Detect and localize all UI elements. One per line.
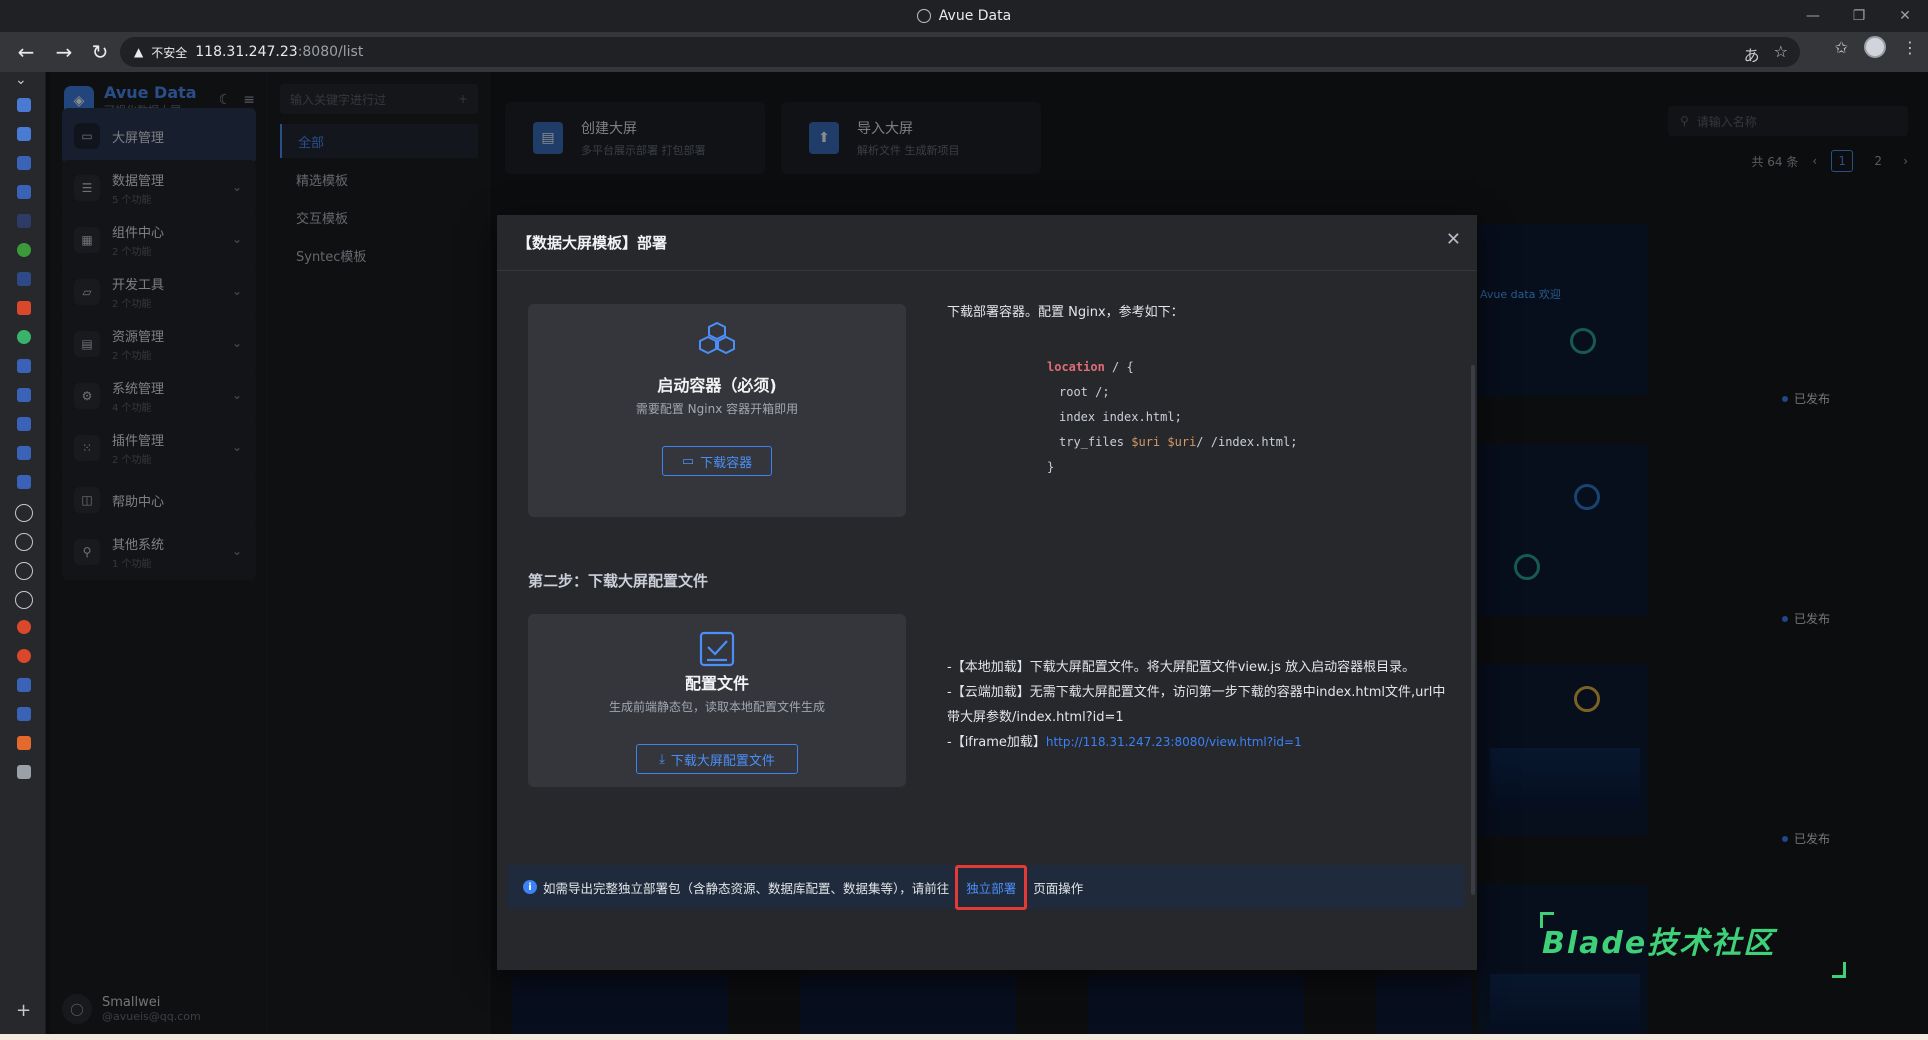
info-alert: i 如需导出完整独立部署包（含静态资源、数据库配置、数据集等），请前往 独立部署…: [507, 864, 1465, 910]
minimize-button[interactable]: —: [1790, 0, 1836, 32]
address-bar[interactable]: ▲ 不安全 118.31.247.23:8080/list あ ☆: [120, 37, 1800, 67]
code-line: root /;: [1059, 385, 1110, 399]
url-host: 118.31.247.23: [195, 44, 298, 60]
close-window-button[interactable]: ✕: [1882, 0, 1928, 32]
step2-card: 配置文件 生成前端静态包，读取本地配置文件生成 ⤓ 下载大屏配置文件: [528, 614, 906, 787]
code-line: }: [1047, 460, 1055, 474]
extension-icon[interactable]: [17, 185, 31, 199]
iframe-view-link[interactable]: http://118.31.247.23:8080/view.html?id=1: [1046, 735, 1302, 749]
extension-icon[interactable]: [17, 330, 31, 344]
step2-title: 配置文件: [684, 674, 749, 693]
globe-icon[interactable]: [15, 504, 33, 522]
url-path: :8080/list: [297, 44, 364, 60]
briefcase-icon: ▭: [681, 453, 695, 469]
note-iframe-load: -【iframe加载】: [947, 735, 1046, 750]
extension-icon[interactable]: [17, 156, 31, 170]
extension-icon[interactable]: [17, 475, 31, 489]
note-cloud-load: -【云端加载】无需下载大屏配置文件，访问第一步下载的容器中index.html文…: [947, 685, 1446, 725]
extension-icon[interactable]: [17, 417, 31, 431]
chevron-down-icon[interactable]: ⌄: [15, 72, 27, 88]
step1-title: 启动容器（必须): [657, 376, 777, 395]
back-button[interactable]: ←: [8, 34, 44, 70]
globe-icon[interactable]: [15, 591, 33, 609]
extension-icon[interactable]: [17, 765, 31, 779]
extension-icon[interactable]: [17, 127, 31, 141]
more-menu-icon[interactable]: ⋮: [1902, 38, 1918, 57]
extension-icon[interactable]: [17, 620, 31, 634]
download-icon: ⤓: [659, 751, 665, 767]
insecure-label: 不安全: [151, 45, 188, 60]
extension-icon[interactable]: [17, 301, 31, 315]
nginx-config-code: location / { root /; index index.html; t…: [947, 355, 1387, 480]
download-config-label: 下载大屏配置文件: [670, 753, 775, 769]
globe-icon[interactable]: [15, 533, 33, 551]
globe-icon[interactable]: [15, 562, 33, 580]
browser-titlebar: Avue Data — ❐ ✕: [0, 0, 1928, 32]
cubes-icon: [696, 318, 738, 360]
profile-avatar[interactable]: [1864, 36, 1886, 58]
add-icon[interactable]: +: [16, 1000, 31, 1021]
extension-icon[interactable]: [17, 214, 31, 228]
extension-icon[interactable]: [17, 243, 31, 257]
watermark: Blade技术社区: [1542, 926, 1776, 961]
window-title: Avue Data: [916, 8, 1012, 24]
extension-icon[interactable]: [17, 388, 31, 402]
code-keyword: location: [1047, 360, 1105, 374]
note-local-load: -【本地加载】下载大屏配置文件。将大屏配置文件view.js 放入启动容器根目录…: [947, 660, 1416, 675]
step2-heading: 第二步：下载大屏配置文件: [528, 572, 709, 590]
extension-icon[interactable]: [17, 649, 31, 663]
globe-icon: [916, 9, 931, 23]
code-variable: $uri: [1131, 435, 1161, 449]
extension-icon[interactable]: [17, 678, 31, 692]
code-text: / /index.html;: [1196, 435, 1298, 449]
step1-card: 启动容器（必须) 需要配置 Nginx 容器开箱即用 ▭ 下载容器: [528, 304, 906, 517]
extension-icon[interactable]: [17, 359, 31, 373]
watermark-bracket: [1832, 962, 1846, 978]
deploy-dialog: 【数据大屏模板】部署 ✕ 启动容器（必须) 需要配置 Nginx 容器开箱即用 …: [497, 215, 1477, 970]
favorites-icon[interactable]: ✩: [1835, 38, 1848, 57]
download-container-button[interactable]: ▭ 下载容器: [662, 446, 772, 476]
forward-button[interactable]: →: [46, 34, 82, 70]
code-line: index index.html;: [1059, 410, 1182, 424]
close-icon[interactable]: ✕: [1446, 229, 1461, 250]
bookmark-star-icon[interactable]: ☆: [1774, 42, 1788, 66]
info-icon: i: [523, 880, 537, 894]
extension-icon[interactable]: [17, 98, 31, 112]
extension-icon[interactable]: [17, 446, 31, 460]
step1-desc: 需要配置 Nginx 容器开箱即用: [635, 402, 799, 416]
code-text: / {: [1104, 360, 1134, 374]
window-title-text: Avue Data: [938, 8, 1012, 24]
checklist-icon: [696, 628, 738, 670]
dialog-header: 【数据大屏模板】部署: [497, 215, 1477, 271]
gitlab-icon[interactable]: [17, 736, 31, 750]
nginx-intro: 下载部署容器。配置 Nginx，参考如下：: [947, 305, 1184, 320]
dialog-title: 【数据大屏模板】部署: [517, 234, 668, 252]
download-config-button[interactable]: ⤓ 下载大屏配置文件: [636, 744, 798, 774]
browser-toolbar: ← → ↻ ▲ 不安全 118.31.247.23:8080/list あ ☆ …: [0, 32, 1928, 72]
reload-button[interactable]: ↻: [82, 34, 118, 70]
alert-suffix: 页面操作: [1033, 880, 1084, 896]
warning-icon: ▲: [134, 45, 144, 59]
code-text: try_files: [1059, 435, 1132, 449]
taskbar-edge: [0, 1034, 1928, 1040]
dialog-scrollbar[interactable]: [1471, 365, 1475, 895]
deploy-notes: -【本地加载】下载大屏配置文件。将大屏配置文件view.js 放入启动容器根目录…: [947, 655, 1447, 755]
standalone-deploy-link[interactable]: 独立部署: [955, 864, 1028, 910]
alert-text: 如需导出完整独立部署包（含静态资源、数据库配置、数据集等），请前往: [543, 880, 950, 896]
extension-icon[interactable]: [17, 272, 31, 286]
step2-desc: 生成前端静态包，读取本地配置文件生成: [608, 700, 825, 714]
translate-icon[interactable]: あ: [1744, 42, 1760, 66]
code-variable: $uri: [1167, 435, 1197, 449]
download-container-label: 下载容器: [700, 455, 753, 471]
restore-button[interactable]: ❐: [1836, 0, 1882, 32]
browser-side-rail: ⌄ +: [0, 72, 46, 1040]
extension-icon[interactable]: [17, 707, 31, 721]
